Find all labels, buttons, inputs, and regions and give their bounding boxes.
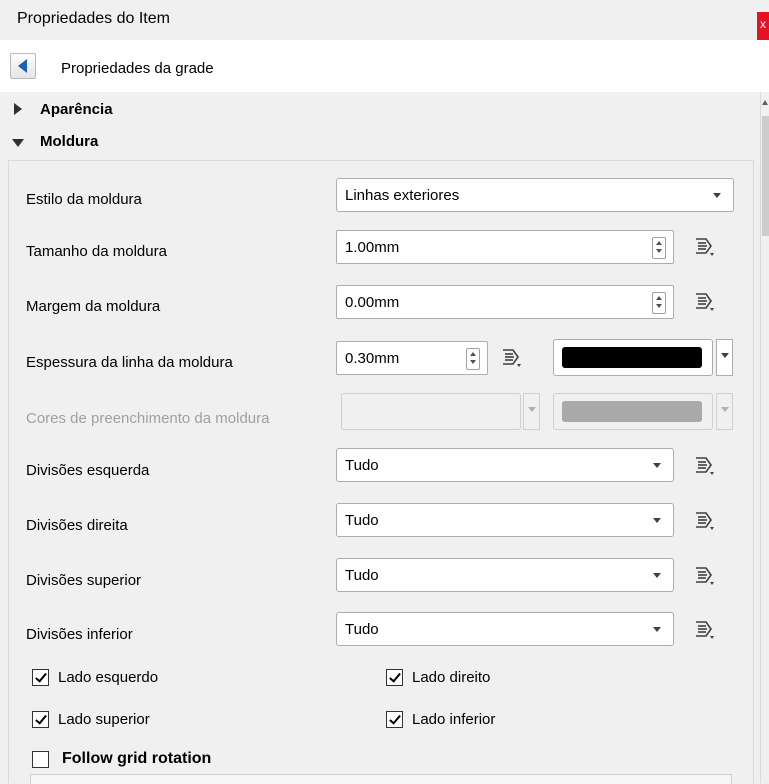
chevron-down-icon <box>653 573 661 578</box>
close-button[interactable]: x <box>757 12 769 40</box>
frame-margin-label: Margem da moldura <box>26 298 161 315</box>
chevron-down-icon <box>528 407 536 412</box>
window-title: Propriedades do Item <box>17 10 170 27</box>
frame-line-width-value: 0.30mm <box>345 350 400 367</box>
spin-arrows-icon[interactable] <box>652 292 666 314</box>
chevron-down-icon <box>653 518 661 523</box>
div-bottom-select[interactable]: Tudo <box>336 612 674 646</box>
frame-margin-value: 0.00mm <box>345 294 400 311</box>
div-bottom-value: Tudo <box>345 621 379 638</box>
side-bottom-label: Lado inferior <box>412 711 496 728</box>
div-right-label: Divisões direita <box>26 517 128 534</box>
side-left-label: Lado esquerdo <box>58 669 159 686</box>
spin-arrows-icon[interactable] <box>652 237 666 259</box>
close-icon: x <box>760 17 766 31</box>
data-defined-override-icon[interactable] <box>690 288 718 314</box>
frame-line-color-swatch <box>562 347 702 368</box>
frame-fill-color2-button[interactable] <box>553 393 713 430</box>
div-right-value: Tudo <box>345 512 379 529</box>
data-defined-override-icon[interactable] <box>497 344 525 370</box>
scroll-up-icon[interactable] <box>762 100 768 105</box>
checkbox-box[interactable] <box>386 711 403 728</box>
grid-properties-title: Propriedades da grade <box>61 60 214 77</box>
checkbox-box[interactable] <box>32 711 49 728</box>
frame-size-spinbox[interactable]: 1.00mm <box>336 230 674 264</box>
div-left-label: Divisões esquerda <box>26 462 150 479</box>
data-defined-override-icon[interactable] <box>690 562 718 588</box>
grid-properties-header: Propriedades da grade <box>0 44 769 93</box>
scroll-area: Aparência Moldura Estilo da moldura Linh… <box>0 92 760 783</box>
frame-fill-color1-button[interactable] <box>341 393 521 430</box>
section-frame-label: Moldura <box>40 133 99 150</box>
scrollbar-thumb[interactable] <box>762 116 769 236</box>
data-defined-override-icon[interactable] <box>690 452 718 478</box>
section-appearance-label: Aparência <box>40 101 113 118</box>
frame-style-select[interactable]: Linhas exteriores <box>336 178 734 212</box>
chevron-down-icon <box>653 463 661 468</box>
vertical-scrollbar[interactable] <box>760 92 769 783</box>
frame-line-width-label: Espessura da linha da moldura <box>26 354 233 371</box>
div-top-select[interactable]: Tudo <box>336 558 674 592</box>
div-left-select[interactable]: Tudo <box>336 448 674 482</box>
div-top-value: Tudo <box>345 567 379 584</box>
expand-arrow-icon <box>14 103 22 115</box>
frame-line-width-spinbox[interactable]: 0.30mm <box>336 341 488 375</box>
data-defined-override-icon[interactable] <box>690 507 718 533</box>
div-right-select[interactable]: Tudo <box>336 503 674 537</box>
checkbox-box[interactable] <box>386 669 403 686</box>
back-arrow-icon <box>18 59 27 73</box>
frame-size-label: Tamanho da moldura <box>26 243 167 260</box>
checkbox-box[interactable] <box>32 669 49 686</box>
frame-line-color-dropdown[interactable] <box>716 339 733 376</box>
frame-style-label: Estilo da moldura <box>26 191 142 208</box>
frame-fill-color2-dropdown[interactable] <box>716 393 733 430</box>
title-bar: Propriedades do Item x <box>0 0 769 40</box>
frame-fill-colors-label: Cores de preenchimento da moldura <box>26 410 270 427</box>
collapse-arrow-icon <box>12 139 24 147</box>
frame-line-color-button[interactable] <box>553 339 713 376</box>
frame-size-value: 1.00mm <box>345 239 400 256</box>
chevron-down-icon <box>721 407 729 412</box>
data-defined-override-icon[interactable] <box>690 616 718 642</box>
frame-margin-spinbox[interactable]: 0.00mm <box>336 285 674 319</box>
chevron-down-icon <box>713 193 721 198</box>
side-top-label: Lado superior <box>58 711 150 728</box>
section-frame[interactable]: Moldura <box>0 128 760 154</box>
data-defined-override-icon[interactable] <box>690 233 718 259</box>
checkbox-box[interactable] <box>32 751 49 768</box>
chevron-down-icon <box>653 627 661 632</box>
chevron-down-icon <box>721 353 729 358</box>
div-bottom-label: Divisões inferior <box>26 626 133 643</box>
section-appearance[interactable]: Aparência <box>0 96 760 122</box>
follow-grid-rotation-label: Follow grid rotation <box>62 750 212 767</box>
back-button[interactable] <box>10 53 36 79</box>
div-top-label: Divisões superior <box>26 572 142 589</box>
div-left-value: Tudo <box>345 457 379 474</box>
side-right-label: Lado direito <box>412 669 491 686</box>
spin-arrows-icon[interactable] <box>466 348 480 370</box>
frame-style-value: Linhas exteriores <box>345 187 460 204</box>
frame-fill-color2-swatch <box>562 401 702 422</box>
frame-fill-color1-dropdown[interactable] <box>523 393 540 430</box>
